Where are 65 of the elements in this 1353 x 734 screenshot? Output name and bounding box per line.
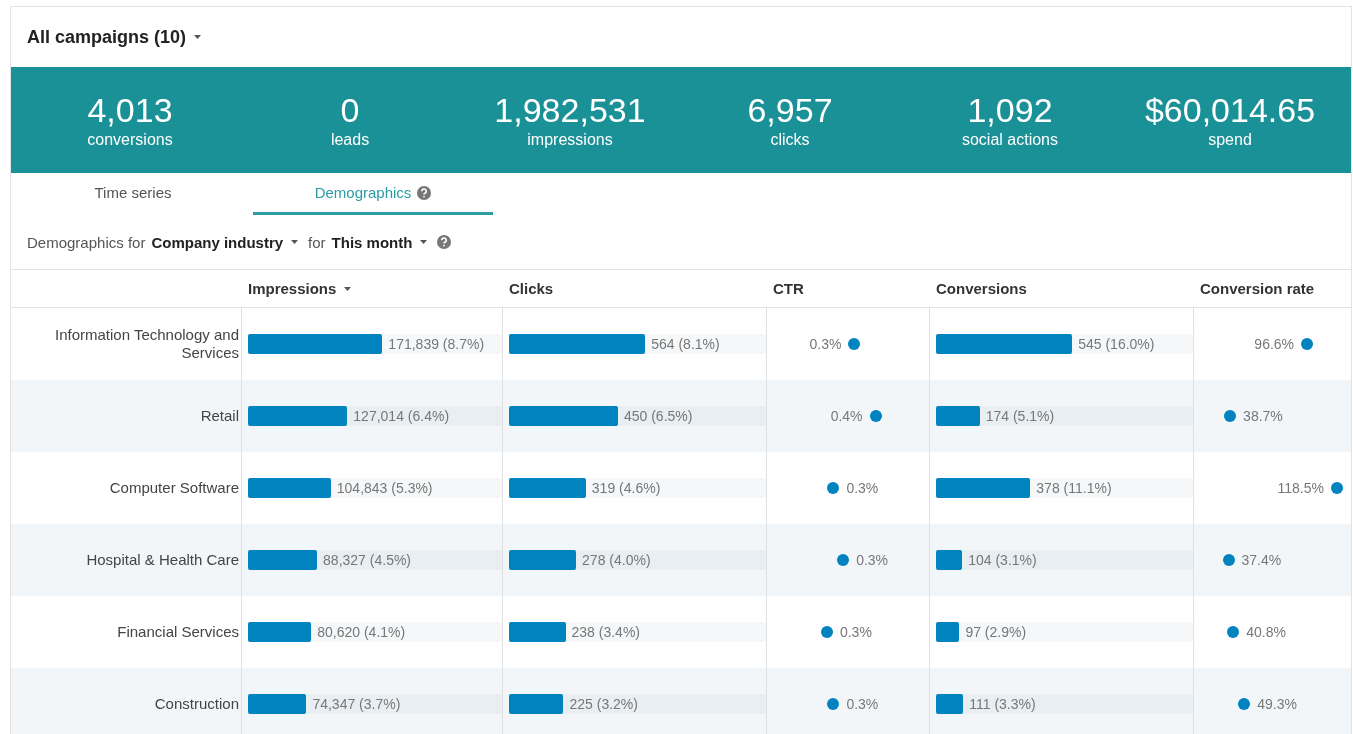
filter-label: Demographics for — [27, 233, 146, 251]
value-label: 104,843 (5.3%) — [336, 479, 433, 497]
value-label: 0.3% — [839, 623, 872, 641]
row-label: Construction — [154, 695, 239, 713]
value-label: 104 (3.1%) — [968, 551, 1037, 569]
stat-value: 1,982,531 — [494, 90, 646, 130]
row-label: Information Technology and Services — [54, 326, 239, 362]
help-icon[interactable] — [437, 235, 452, 249]
stat-label: conversions — [87, 130, 173, 150]
value-label: 127,014 (6.4%) — [353, 407, 450, 425]
value-label: 0.3% — [809, 335, 842, 353]
column-header[interactable]: Conversions — [936, 280, 1027, 297]
stat-label: spend — [1208, 130, 1252, 150]
tab[interactable]: Time series — [13, 173, 253, 215]
stat-value: 6,957 — [747, 90, 833, 130]
value-label: 74,347 (3.7%) — [312, 695, 401, 713]
value-label: 238 (3.4%) — [571, 623, 640, 641]
row-label: Hospital & Health Care — [86, 551, 239, 569]
help-icon[interactable] — [417, 185, 432, 200]
campaign-selector[interactable]: All campaigns (10) — [27, 26, 187, 48]
value-label: 0.3% — [846, 479, 879, 497]
caret-icon — [194, 35, 202, 39]
value-label: 96.6% — [1254, 335, 1295, 353]
value-label: 564 (8.1%) — [651, 335, 720, 353]
caret-icon — [291, 240, 299, 244]
value-label: 450 (6.5%) — [623, 407, 693, 425]
stat-label: clicks — [770, 130, 810, 150]
row-label: Retail — [200, 407, 239, 425]
value-label: 0.3% — [846, 695, 879, 713]
value-label: 49.3% — [1257, 695, 1297, 713]
value-label: 80,620 (4.1%) — [317, 623, 406, 641]
value-label: 111 (3.3%) — [969, 695, 1036, 713]
column-header[interactable]: Impressions — [248, 280, 352, 297]
stat-label: social actions — [961, 130, 1058, 150]
stat-value: 4,013 — [87, 90, 173, 130]
column-header[interactable]: Conversion rate — [1200, 280, 1315, 297]
value-label: 0.4% — [830, 407, 863, 425]
value-label: 118.5% — [1277, 479, 1324, 497]
value-label: 545 (16.0%) — [1078, 335, 1155, 353]
value-label: 37.4% — [1241, 551, 1282, 569]
stat-label: leads — [330, 130, 370, 150]
value-label: 378 (11.1%) — [1036, 479, 1112, 497]
stat-label: impressions — [527, 130, 613, 150]
column-header[interactable]: Clicks — [509, 280, 554, 297]
stat-value: 1,092 — [967, 90, 1053, 130]
stat-value: 0 — [340, 90, 360, 130]
caret-icon — [420, 240, 428, 244]
value-label: 319 (4.6%) — [591, 479, 661, 497]
caret-icon — [344, 286, 352, 291]
period-dropdown[interactable]: This month — [331, 233, 428, 251]
row-label: Financial Services — [117, 623, 239, 641]
row-label: Computer Software — [109, 479, 239, 497]
value-label: 97 (2.9%) — [965, 623, 1027, 641]
stat-value: $60,014.65 — [1144, 90, 1316, 130]
dimension-dropdown[interactable]: Company industry — [151, 233, 299, 251]
value-label: 174 (5.1%) — [985, 407, 1055, 425]
filter-label: for — [308, 233, 326, 251]
column-header[interactable]: CTR — [773, 280, 804, 297]
value-label: 278 (4.0%) — [582, 551, 651, 569]
value-label: 0.3% — [856, 551, 889, 569]
value-label: 171,839 (8.7%) — [388, 335, 485, 353]
value-label: 38.7% — [1243, 407, 1283, 425]
value-label: 88,327 (4.5%) — [323, 551, 412, 569]
value-label: 40.8% — [1246, 623, 1286, 641]
value-label: 225 (3.2%) — [569, 695, 638, 713]
